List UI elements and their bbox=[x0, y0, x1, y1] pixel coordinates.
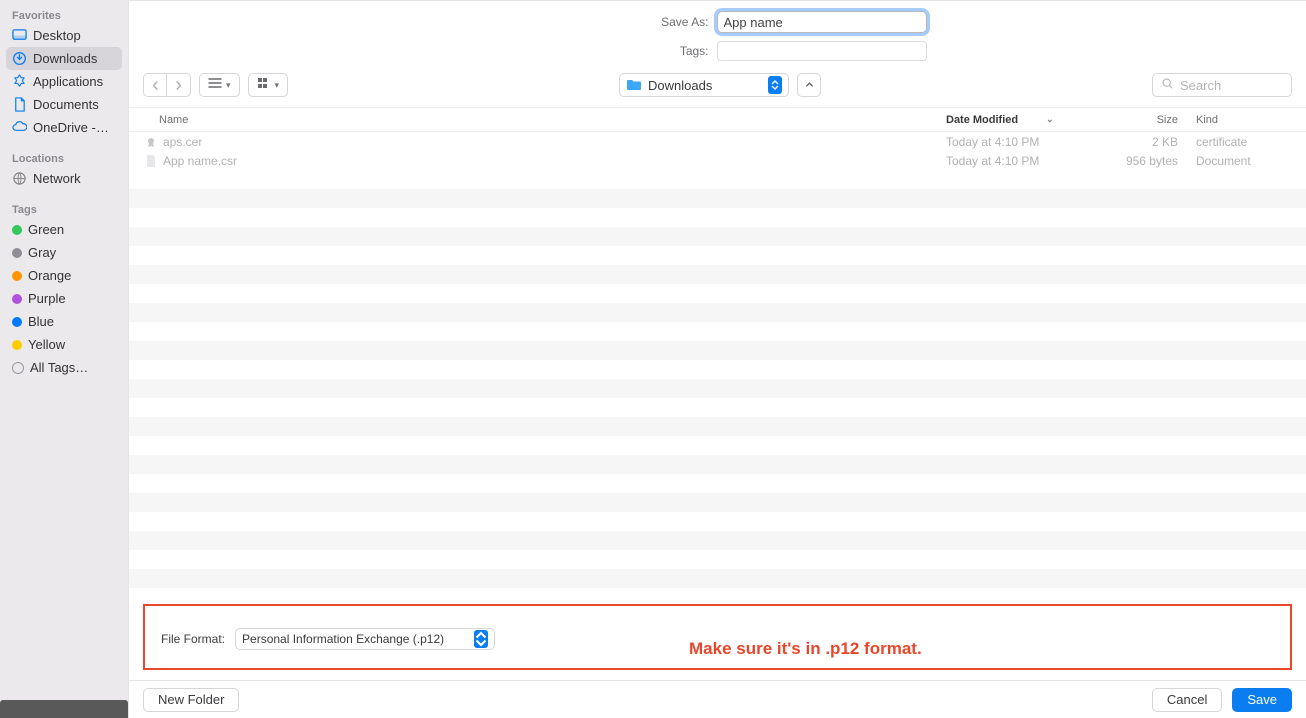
sidebar-all-tags[interactable]: All Tags… bbox=[6, 356, 122, 379]
updown-arrows-icon bbox=[474, 630, 488, 648]
sidebar-tag-gray[interactable]: Gray bbox=[6, 241, 122, 264]
grid-view-icon bbox=[257, 76, 271, 94]
column-headers: Name Date Modified⌄ Size Kind bbox=[129, 108, 1306, 132]
col-kind[interactable]: Kind bbox=[1196, 114, 1306, 126]
sidebar-item-label: OneDrive -… bbox=[33, 120, 109, 135]
bottom-wrap: File Format: Personal Information Exchan… bbox=[129, 604, 1306, 718]
sidebar-item-label: All Tags… bbox=[30, 360, 88, 375]
sidebar-item-label: Desktop bbox=[33, 28, 81, 43]
file-name: App name.csr bbox=[159, 154, 946, 168]
tag-dot-orange bbox=[12, 271, 22, 281]
col-size[interactable]: Size bbox=[1106, 114, 1196, 126]
new-folder-button[interactable]: New Folder bbox=[143, 688, 239, 712]
save-button[interactable]: Save bbox=[1232, 688, 1292, 712]
nav-forward-button[interactable] bbox=[167, 73, 191, 97]
sidebar: Favorites Desktop Downloads Applications… bbox=[0, 0, 128, 718]
list-view-icon bbox=[208, 76, 222, 94]
file-format-label: File Format: bbox=[161, 632, 225, 646]
applications-icon bbox=[12, 74, 27, 89]
nav-group bbox=[143, 73, 191, 97]
sidebar-item-label: Gray bbox=[28, 245, 56, 260]
sidebar-item-label: Purple bbox=[28, 291, 66, 306]
col-date[interactable]: Date Modified⌄ bbox=[946, 114, 1106, 126]
documents-icon bbox=[12, 97, 27, 112]
sidebar-item-label: Yellow bbox=[28, 337, 65, 352]
save-as-label: Save As: bbox=[509, 15, 709, 29]
view-grid-button[interactable]: ▾ bbox=[248, 73, 289, 97]
sidebar-item-label: Green bbox=[28, 222, 64, 237]
file-name: aps.cer bbox=[159, 135, 946, 149]
file-kind: certificate bbox=[1196, 135, 1306, 149]
sidebar-tag-yellow[interactable]: Yellow bbox=[6, 333, 122, 356]
tag-dot-green bbox=[12, 225, 22, 235]
annotation-box: File Format: Personal Information Exchan… bbox=[143, 604, 1292, 670]
sidebar-header-tags: Tags bbox=[6, 200, 122, 218]
main-panel: Save As: Tags: ▾ ▾ bbox=[128, 0, 1306, 718]
sidebar-item-label: Documents bbox=[33, 97, 99, 112]
sidebar-item-onedrive[interactable]: OneDrive -… bbox=[6, 116, 122, 139]
file-format-value: Personal Information Exchange (.p12) bbox=[242, 632, 444, 646]
sidebar-item-documents[interactable]: Documents bbox=[6, 93, 122, 116]
col-name[interactable]: Name bbox=[159, 114, 946, 126]
downloads-icon bbox=[12, 51, 27, 66]
tags-input[interactable] bbox=[717, 41, 927, 61]
network-icon bbox=[12, 171, 27, 186]
tag-dot-yellow bbox=[12, 340, 22, 350]
sidebar-tag-green[interactable]: Green bbox=[6, 218, 122, 241]
view-list-button[interactable]: ▾ bbox=[199, 73, 240, 97]
tag-dot-purple bbox=[12, 294, 22, 304]
sort-chevron-down-icon: ⌄ bbox=[1046, 114, 1054, 125]
file-date: Today at 4:10 PM bbox=[946, 135, 1106, 149]
sidebar-item-network[interactable]: Network bbox=[6, 167, 122, 190]
folder-icon bbox=[626, 77, 642, 93]
toolbar: ▾ ▾ Downloads bbox=[129, 67, 1306, 108]
file-size: 2 KB bbox=[1106, 135, 1196, 149]
location-label: Downloads bbox=[648, 78, 712, 93]
footer: New Folder Cancel Save bbox=[129, 680, 1306, 718]
updown-arrows-icon bbox=[768, 76, 782, 94]
file-date: Today at 4:10 PM bbox=[946, 154, 1106, 168]
sidebar-item-label: Downloads bbox=[33, 51, 97, 66]
search-input[interactable]: Search bbox=[1152, 73, 1292, 97]
cert-icon bbox=[143, 136, 159, 148]
save-as-input[interactable] bbox=[717, 11, 927, 33]
doc-icon bbox=[143, 155, 159, 167]
chevron-up-icon bbox=[805, 76, 814, 94]
desktop-icon bbox=[12, 28, 27, 43]
tag-dot-gray bbox=[12, 248, 22, 258]
sidebar-item-label: Network bbox=[33, 171, 81, 186]
search-placeholder: Search bbox=[1180, 78, 1221, 93]
sidebar-tag-blue[interactable]: Blue bbox=[6, 310, 122, 333]
tag-dot-blue bbox=[12, 317, 22, 327]
save-form: Save As: Tags: bbox=[129, 1, 1306, 67]
sidebar-item-label: Orange bbox=[28, 268, 71, 283]
file-size: 956 bytes bbox=[1106, 154, 1196, 168]
collapse-button[interactable] bbox=[797, 73, 821, 97]
file-row[interactable]: aps.cer Today at 4:10 PM 2 KB certificat… bbox=[129, 132, 1306, 151]
sidebar-item-label: Applications bbox=[33, 74, 103, 89]
sidebar-item-desktop[interactable]: Desktop bbox=[6, 24, 122, 47]
sidebar-item-label: Blue bbox=[28, 314, 54, 329]
sidebar-tag-purple[interactable]: Purple bbox=[6, 287, 122, 310]
sidebar-header-locations: Locations bbox=[6, 149, 122, 167]
chevron-down-icon: ▾ bbox=[275, 80, 280, 91]
chevron-down-icon: ▾ bbox=[226, 80, 231, 91]
annotation-text: Make sure it's in .p12 format. bbox=[689, 639, 922, 659]
cancel-button[interactable]: Cancel bbox=[1152, 688, 1222, 712]
file-format-select[interactable]: Personal Information Exchange (.p12) bbox=[235, 628, 495, 650]
search-icon bbox=[1161, 77, 1174, 93]
location-popup[interactable]: Downloads bbox=[619, 73, 789, 97]
sidebar-header-favorites: Favorites bbox=[6, 6, 122, 24]
dock-strip bbox=[0, 700, 128, 718]
nav-back-button[interactable] bbox=[143, 73, 167, 97]
file-list: aps.cer Today at 4:10 PM 2 KB certificat… bbox=[129, 132, 1306, 588]
file-kind: Document bbox=[1196, 154, 1306, 168]
file-row[interactable]: App name.csr Today at 4:10 PM 956 bytes … bbox=[129, 151, 1306, 170]
tags-label: Tags: bbox=[509, 44, 709, 58]
sidebar-item-applications[interactable]: Applications bbox=[6, 70, 122, 93]
sidebar-tag-orange[interactable]: Orange bbox=[6, 264, 122, 287]
onedrive-icon bbox=[12, 120, 27, 135]
all-tags-icon bbox=[12, 362, 24, 374]
sidebar-item-downloads[interactable]: Downloads bbox=[6, 47, 122, 70]
